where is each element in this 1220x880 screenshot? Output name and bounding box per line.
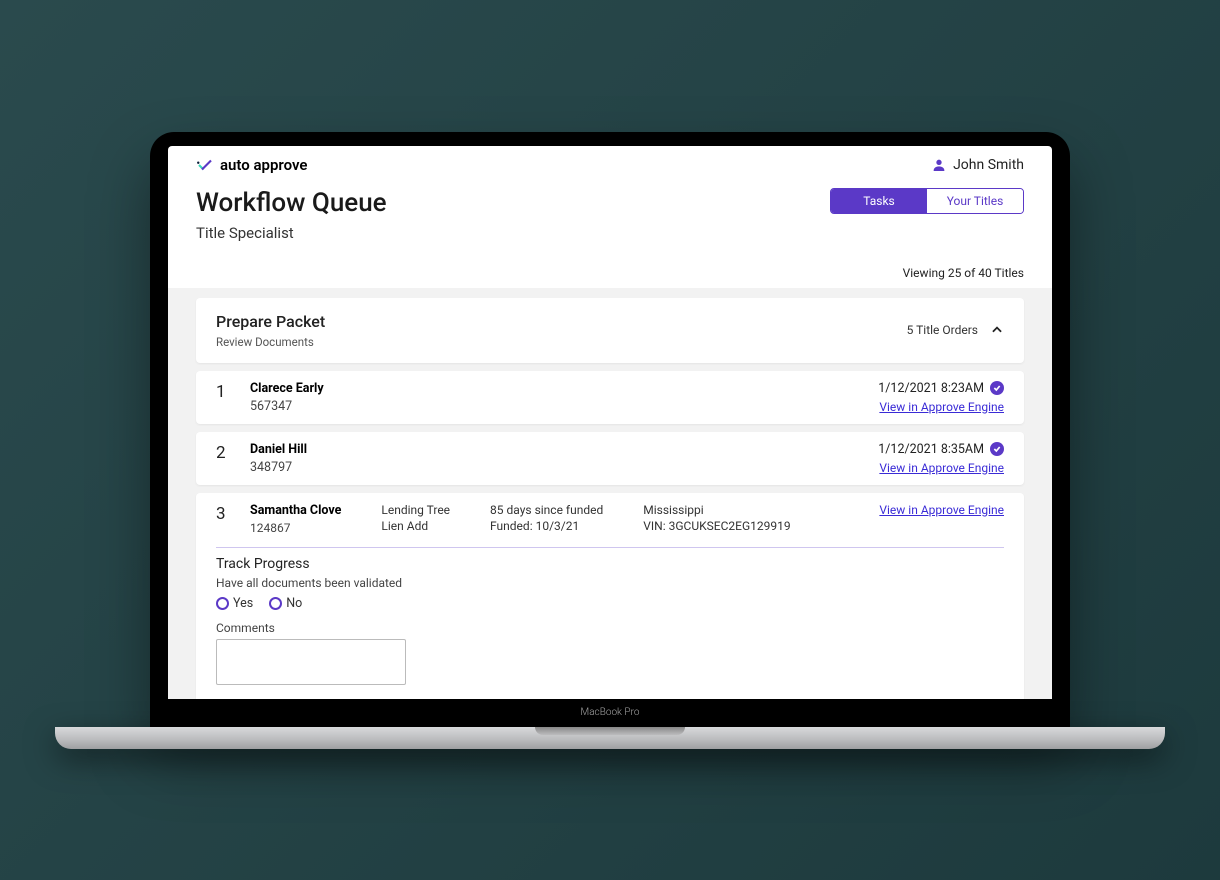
- track-progress-title: Track Progress: [216, 556, 1004, 572]
- detail-funded: Funded: 10/3/21: [490, 519, 603, 533]
- radio-no[interactable]: No: [269, 596, 302, 611]
- row-index: 3: [216, 503, 230, 524]
- track-progress-question: Have all documents been validated: [216, 576, 1004, 590]
- user-name: John Smith: [953, 157, 1024, 173]
- row-index: 1: [216, 381, 230, 402]
- radio-yes[interactable]: Yes: [216, 596, 253, 611]
- check-circle-icon: [990, 381, 1004, 395]
- tab-your-titles[interactable]: Your Titles: [927, 189, 1023, 213]
- detail-vin: VIN: 3GCUKSEC2EG129919: [643, 519, 790, 533]
- title-order-row-expanded: 3 Samantha Clove 124867 Lending Tree Lie…: [196, 493, 1024, 699]
- view-toggle: Tasks Your Titles: [830, 188, 1024, 214]
- radio-icon: [269, 597, 282, 610]
- detail-source: Lending Tree: [381, 503, 450, 517]
- detail-state: Mississippi: [643, 503, 790, 517]
- laptop-mockup: auto approve John Smith: [150, 132, 1070, 749]
- view-in-engine-link[interactable]: View in Approve Engine: [878, 461, 1004, 475]
- checkmark-logo-icon: [196, 156, 214, 174]
- order-timestamp: 1/12/2021 8:23AM: [878, 381, 984, 396]
- user-icon: [931, 157, 947, 173]
- app-header: auto approve John Smith: [168, 146, 1052, 174]
- laptop-chin: MacBook Pro: [150, 699, 1070, 727]
- laptop-base: [55, 727, 1165, 749]
- order-name: Daniel Hill: [250, 442, 307, 457]
- check-circle-icon: [990, 442, 1004, 456]
- viewing-count: Viewing 25 of 40 Titles: [168, 242, 1052, 288]
- brand-name: auto approve: [220, 156, 308, 174]
- order-id: 124867: [250, 521, 341, 535]
- section-title: Prepare Packet: [216, 312, 325, 331]
- title-order-row[interactable]: 1 Clarece Early 567347 1/12/2021 8:23AM: [196, 371, 1024, 424]
- radio-icon: [216, 597, 229, 610]
- view-in-engine-link[interactable]: View in Approve Engine: [878, 400, 1004, 414]
- order-timestamp: 1/12/2021 8:35AM: [878, 442, 984, 457]
- page-title: Workflow Queue: [196, 188, 387, 218]
- laptop-notch: [550, 132, 670, 146]
- tab-tasks[interactable]: Tasks: [831, 189, 927, 213]
- section-count: 5 Title Orders: [907, 323, 978, 337]
- content-area: Prepare Packet Review Documents 5 Title …: [168, 288, 1052, 699]
- section-header-card: Prepare Packet Review Documents 5 Title …: [196, 298, 1024, 363]
- detail-days: 85 days since funded: [490, 503, 603, 517]
- device-label: MacBook Pro: [581, 707, 640, 718]
- app-viewport: auto approve John Smith: [168, 146, 1052, 699]
- comments-label: Comments: [216, 621, 1004, 635]
- chevron-up-icon[interactable]: [990, 323, 1004, 337]
- title-order-row[interactable]: 2 Daniel Hill 348797 1/12/2021 8:35AM: [196, 432, 1024, 485]
- order-id: 567347: [250, 399, 324, 414]
- laptop-screen-bezel: auto approve John Smith: [150, 132, 1070, 727]
- page-subtitle: Title Specialist: [196, 224, 387, 242]
- radio-no-label: No: [286, 596, 302, 611]
- view-in-engine-link[interactable]: View in Approve Engine: [854, 503, 1004, 517]
- radio-yes-label: Yes: [233, 596, 253, 611]
- row-index: 2: [216, 442, 230, 463]
- divider: [216, 547, 1004, 548]
- order-name: Clarece Early: [250, 381, 324, 396]
- brand-logo[interactable]: auto approve: [196, 156, 308, 174]
- section-subtitle: Review Documents: [216, 335, 325, 349]
- detail-type: Lien Add: [381, 519, 450, 533]
- order-id: 348797: [250, 460, 307, 475]
- user-menu[interactable]: John Smith: [931, 157, 1024, 173]
- comments-input[interactable]: [216, 639, 406, 685]
- title-bar: Workflow Queue Title Specialist Tasks Yo…: [168, 174, 1052, 242]
- order-name: Samantha Clove: [250, 503, 341, 518]
